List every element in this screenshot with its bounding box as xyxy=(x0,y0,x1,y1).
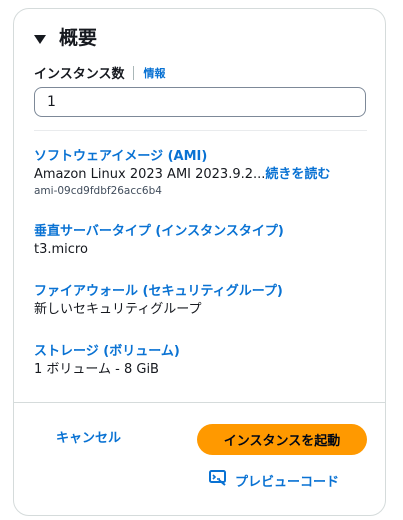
section-divider xyxy=(34,130,367,131)
ami-value: Amazon Linux 2023 AMI 2023.9.2...続きを読む xyxy=(34,166,374,184)
ami-section: ソフトウェアイメージ (AMI) Amazon Linux 2023 AMI 2… xyxy=(34,148,374,199)
ami-link[interactable]: ソフトウェアイメージ (AMI) xyxy=(34,148,374,166)
instance-type-link[interactable]: 垂直サーバータイプ (インスタンスタイプ) xyxy=(34,223,374,241)
instance-type-value: t3.micro xyxy=(34,242,88,257)
preview-code-icon xyxy=(209,470,235,490)
instance-type-section: 垂直サーバータイプ (インスタンスタイプ) t3.micro xyxy=(34,223,374,259)
storage-link[interactable]: ストレージ (ボリューム) xyxy=(34,343,374,361)
security-group-link[interactable]: ファイアウォール (セキュリティグループ) xyxy=(34,283,374,301)
label-separator xyxy=(133,65,135,80)
security-group-value: 新しいセキュリティグループ xyxy=(34,302,202,317)
storage-section: ストレージ (ボリューム) 1 ボリューム - 8 GiB xyxy=(34,343,374,379)
security-group-section: ファイアウォール (セキュリティグループ) 新しいセキュリティグループ xyxy=(34,283,374,319)
preview-code-button[interactable]: プレビューコード xyxy=(209,470,339,490)
instance-count-label: インスタンス数 xyxy=(34,67,125,82)
instance-count-label-row: インスタンス数 情報 xyxy=(34,63,165,82)
ami-id: ami-09cd9fdbf26acc6b4 xyxy=(34,185,162,197)
summary-panel: 概要 インスタンス数 情報 1 ソフトウェアイメージ (AMI) Amazon … xyxy=(13,8,386,516)
storage-value: 1 ボリューム - 8 GiB xyxy=(34,362,159,377)
preview-code-label: プレビューコード xyxy=(235,474,340,490)
ami-name: Amazon Linux 2023 AMI 2023.9.2... xyxy=(34,167,266,182)
instance-count-input[interactable]: 1 xyxy=(34,87,366,117)
cancel-button[interactable]: キャンセル xyxy=(56,429,121,449)
summary-title: 概要 xyxy=(59,27,98,49)
read-more-link[interactable]: 続きを読む xyxy=(265,167,330,182)
footer-divider xyxy=(14,402,385,403)
launch-instance-button[interactable]: インスタンスを起動 xyxy=(197,424,367,455)
caret-down-icon[interactable] xyxy=(34,34,46,44)
summary-header-toggle[interactable]: 概要 xyxy=(34,26,97,50)
info-link[interactable]: 情報 xyxy=(143,65,165,81)
